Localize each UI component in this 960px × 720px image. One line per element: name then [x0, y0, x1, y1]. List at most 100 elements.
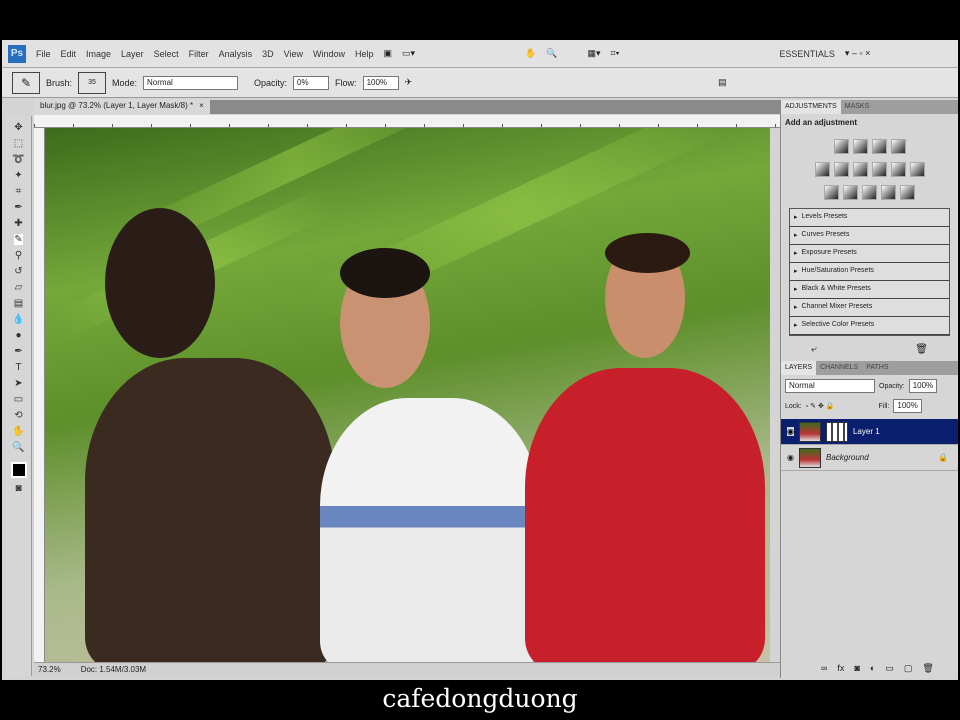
type-tool-icon[interactable]: T — [15, 362, 21, 373]
layer-row-selected[interactable]: ◉ Layer 1 — [781, 419, 958, 445]
tab-adjustments[interactable]: ADJUSTMENTS — [781, 100, 841, 114]
layer-row[interactable]: ◉ Background 🔒 — [781, 445, 958, 471]
layer-style-icon[interactable]: fx — [837, 663, 844, 674]
zoom-level[interactable]: 73.2% — [38, 665, 61, 674]
channel-mixer-icon[interactable] — [909, 162, 925, 177]
color-balance-icon[interactable] — [852, 162, 868, 177]
menu-edit[interactable]: Edit — [61, 49, 77, 59]
eraser-tool-icon[interactable]: ▱ — [15, 282, 23, 293]
crop-tool-icon[interactable]: ⌗ — [16, 186, 22, 197]
pen-tool-icon[interactable]: ✒ — [14, 346, 22, 357]
new-adjustment-layer-icon[interactable]: ◐ — [870, 663, 875, 674]
tab-masks[interactable]: MASKS — [841, 100, 874, 114]
lock-icons[interactable]: ▫ ✎ ✥ 🔒 — [806, 402, 835, 410]
menu-3d[interactable]: 3D — [262, 49, 274, 59]
blur-tool-icon[interactable]: 💧 — [12, 314, 24, 325]
preset-item[interactable]: ▸ Curves Presets — [790, 227, 949, 245]
color-swatches[interactable] — [10, 462, 27, 478]
brush-tool-preset-picker[interactable]: ✎ — [12, 71, 40, 94]
return-icon[interactable]: ⤶ — [811, 344, 817, 355]
eyedropper-tool-icon[interactable]: ✒ — [14, 202, 22, 213]
preset-item[interactable]: ▸ Black & White Presets — [790, 281, 949, 299]
blend-mode-select[interactable]: Normal — [785, 379, 875, 393]
tablet-pressure-icon[interactable]: ▤ — [718, 77, 727, 88]
hue-saturation-icon[interactable] — [833, 162, 849, 177]
brush-picker[interactable]: 35 — [78, 71, 107, 94]
black-white-icon[interactable] — [871, 162, 887, 177]
preset-item[interactable]: ▸ Selective Color Presets — [790, 317, 949, 335]
view-extras-icon[interactable]: ▭▾ — [402, 48, 415, 59]
3d-tool-icon[interactable]: ⟲ — [14, 410, 22, 421]
curves-icon[interactable] — [871, 139, 887, 154]
hand-tool-icon[interactable]: ✋ — [12, 426, 24, 437]
image-canvas[interactable] — [45, 128, 770, 662]
menu-file[interactable]: File — [36, 49, 51, 59]
menu-layer[interactable]: Layer — [121, 49, 144, 59]
dodge-tool-icon[interactable]: ● — [15, 330, 21, 341]
menu-help[interactable]: Help — [355, 49, 374, 59]
menu-filter[interactable]: Filter — [189, 49, 209, 59]
right-panels: ADJUSTMENTS MASKS Add an adjustment ▸ Lev… — [780, 100, 958, 678]
trash-icon[interactable]: 🗑 — [915, 344, 928, 355]
menu-select[interactable]: Select — [154, 49, 179, 59]
brush-tool-icon[interactable]: ✎ — [14, 234, 23, 245]
posterize-icon[interactable] — [843, 185, 858, 200]
brightness-contrast-icon[interactable] — [833, 139, 849, 154]
preset-item[interactable]: ▸ Exposure Presets — [790, 245, 949, 263]
marquee-tool-icon[interactable]: ⬚ — [14, 138, 23, 149]
menu-image[interactable]: Image — [86, 49, 111, 59]
tab-layers[interactable]: LAYERS — [781, 361, 817, 375]
tab-channels[interactable]: CHANNELS — [816, 361, 862, 375]
arrange-documents-icon[interactable]: ▦▾ — [587, 48, 600, 59]
new-layer-icon[interactable]: ▢ — [904, 663, 913, 674]
visibility-eye-icon[interactable]: ◉ — [787, 427, 794, 436]
document-tab[interactable]: blur.jpg @ 73.2% (Layer 1, Layer Mask/8)… — [34, 99, 210, 115]
screen-mode-icon[interactable]: ⌗▾ — [611, 48, 620, 59]
menu-view[interactable]: View — [284, 49, 303, 59]
shape-tool-icon[interactable]: ▭ — [14, 394, 23, 405]
fill-input[interactable]: 100% — [893, 399, 922, 413]
hand-tool-icon[interactable]: ✋ — [525, 48, 536, 59]
preset-item[interactable]: ▸ Hue/Saturation Presets — [790, 263, 949, 281]
move-tool-icon[interactable]: ✥ — [14, 122, 22, 133]
new-group-icon[interactable]: ▭ — [885, 663, 894, 674]
flow-input[interactable]: 100% — [362, 75, 399, 90]
exposure-icon[interactable] — [890, 139, 906, 154]
menu-window[interactable]: Window — [313, 49, 345, 59]
window-controls-icon[interactable]: ▾ – ▫ × — [845, 48, 870, 59]
tab-paths[interactable]: PATHS — [862, 361, 892, 375]
mode-select[interactable]: Normal — [143, 75, 239, 90]
gradient-map-icon[interactable] — [881, 185, 896, 200]
menu-analysis[interactable]: Analysis — [219, 49, 253, 59]
visibility-eye-icon[interactable]: ◉ — [787, 453, 794, 462]
preset-item[interactable]: ▸ Levels Presets — [790, 209, 949, 227]
close-document-icon[interactable]: × — [199, 101, 204, 113]
threshold-icon[interactable] — [862, 185, 877, 200]
history-brush-tool-icon[interactable]: ↺ — [14, 266, 22, 277]
quick-mask-icon[interactable]: ◙ — [15, 483, 21, 494]
photo-filter-icon[interactable] — [890, 162, 906, 177]
vibrance-icon[interactable] — [814, 162, 830, 177]
airbrush-icon[interactable]: ✈ — [405, 77, 413, 88]
clone-stamp-tool-icon[interactable]: ⚲ — [15, 250, 22, 261]
path-selection-tool-icon[interactable]: ➤ — [14, 378, 22, 389]
levels-icon[interactable] — [852, 139, 868, 154]
gradient-tool-icon[interactable]: ▤ — [14, 298, 23, 309]
zoom-tool-icon[interactable]: 🔍 — [12, 442, 24, 453]
brush-icon: ✎ — [20, 75, 32, 90]
invert-icon[interactable] — [824, 185, 839, 200]
selective-color-icon[interactable] — [900, 185, 915, 200]
opacity-input[interactable]: 0% — [293, 75, 330, 90]
link-layers-icon[interactable]: ∞ — [821, 663, 827, 674]
quick-selection-tool-icon[interactable]: ✦ — [14, 170, 22, 181]
zoom-tool-icon[interactable]: 🔍 — [546, 48, 557, 59]
launch-bridge-icon[interactable]: ▣ — [384, 48, 393, 59]
layer-mask-thumbnail[interactable] — [825, 421, 848, 442]
add-mask-icon[interactable]: ◙ — [854, 663, 859, 674]
layer-opacity-input[interactable]: 100% — [908, 379, 938, 393]
delete-layer-icon[interactable]: 🗑 — [922, 663, 933, 674]
healing-brush-tool-icon[interactable]: ✚ — [14, 218, 22, 229]
preset-item[interactable]: ▸ Channel Mixer Presets — [790, 299, 949, 317]
workspace-switcher[interactable]: ESSENTIALS — [779, 49, 835, 59]
lasso-tool-icon[interactable]: ➰ — [12, 154, 24, 165]
